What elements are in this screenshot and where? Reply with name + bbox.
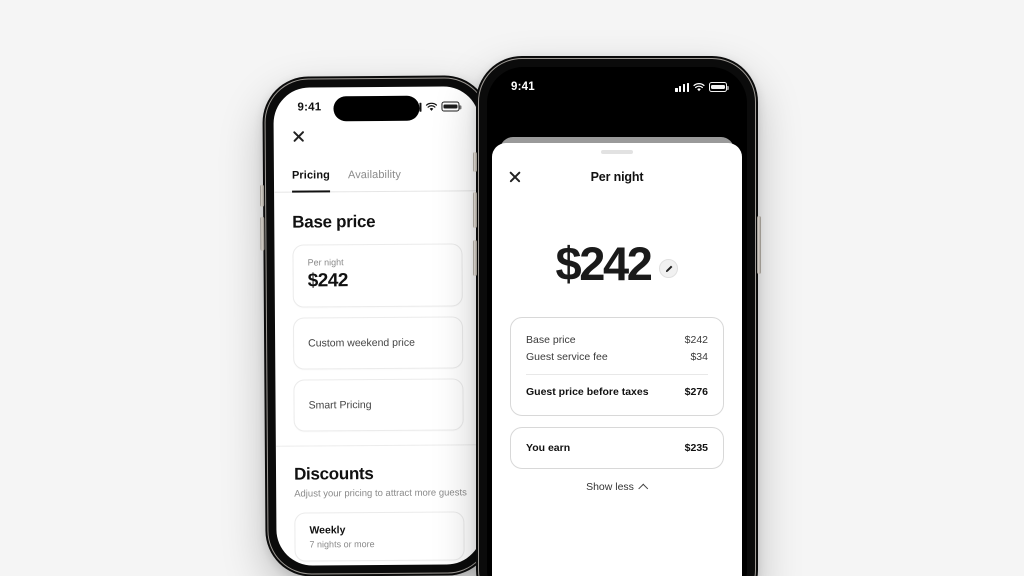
sheet-title: Per night (590, 170, 644, 184)
breakdown-amount: $242 (684, 333, 708, 346)
weekly-discount-card[interactable]: Weekly 7 nights or more (294, 511, 465, 562)
back-close-button[interactable] (274, 120, 480, 159)
show-less-toggle[interactable]: Show less (492, 481, 742, 493)
mute-switch[interactable] (473, 152, 477, 172)
volume-up-button[interactable] (260, 184, 265, 207)
volume-up-button[interactable] (473, 192, 477, 228)
earnings-label: You earn (526, 441, 571, 454)
volume-down-button[interactable] (260, 216, 265, 251)
front-phone-device: 9:41 Per night $242 Base price $242 Gues… (473, 56, 761, 576)
battery-icon (709, 82, 729, 92)
breakdown-label: Base price (526, 333, 576, 346)
breakdown-total-label: Guest price before taxes (526, 386, 649, 398)
close-icon (292, 130, 306, 144)
earnings-card: You earn $235 (510, 426, 724, 469)
back-phone-content: Pricing Availability Base price Per nigh… (274, 120, 483, 565)
breakdown-total-amount: $276 (684, 386, 708, 398)
per-night-label: Per night (307, 257, 344, 268)
battery-icon (441, 101, 460, 112)
per-night-card[interactable]: Per night $242 (292, 243, 463, 308)
section-divider (275, 444, 482, 447)
dynamic-island (574, 76, 660, 101)
earnings-row: You earn $235 (526, 442, 708, 454)
tab-pricing[interactable]: Pricing (291, 169, 331, 193)
cellular-signal-icon (675, 82, 689, 92)
breakdown-row: Base price $242 (526, 331, 708, 348)
price-breakdown-card: Base price $242 Guest service fee $34 Gu… (510, 317, 724, 416)
back-scroll-area[interactable]: Base price Per night $242 Custom weekend… (274, 211, 482, 562)
custom-weekend-price-label: Custom weekend price (308, 336, 415, 350)
pencil-icon (665, 265, 673, 272)
modal-stack: Per night $242 Base price $242 Guest ser… (487, 101, 747, 576)
earnings-amount: $235 (684, 441, 708, 454)
front-phone-screen: 9:41 Per night $242 Base price $242 Gues… (487, 67, 747, 576)
back-phone-screen: 9:41 Pricing Availability Base price Per… (273, 86, 483, 566)
breakdown-divider (526, 374, 708, 375)
base-price-heading: Base price (292, 212, 376, 232)
back-phone-device: 9:41 Pricing Availability Base price Per… (260, 75, 494, 576)
show-less-label: Show less (586, 480, 634, 493)
weekly-discount-subtitle: 7 nights or more (309, 539, 375, 550)
dynamic-island (333, 95, 420, 122)
pricing-availability-tabs: Pricing Availability (274, 158, 480, 193)
smart-pricing-label: Smart Pricing (308, 399, 372, 412)
tab-availability[interactable]: Availability (348, 169, 401, 192)
breakdown-label: Guest service fee (526, 350, 608, 363)
scene: 9:41 Pricing Availability Base price Per… (0, 0, 1024, 576)
sheet-header: Per night (492, 154, 742, 198)
breakdown-amount: $34 (690, 350, 708, 363)
price-hero: $242 (492, 240, 742, 287)
wifi-icon (693, 82, 705, 92)
discounts-heading: Discounts (293, 464, 374, 484)
weekly-discount-title: Weekly (309, 524, 346, 537)
smart-pricing-card[interactable]: Smart Pricing (293, 378, 464, 432)
status-icon-group (675, 82, 729, 92)
breakdown-total-row: Guest price before taxes $276 (526, 384, 708, 401)
per-night-sheet: Per night $242 Base price $242 Guest ser… (492, 143, 742, 576)
discounts-subtitle: Adjust your pricing to attract more gues… (294, 487, 467, 500)
custom-weekend-price-card[interactable]: Custom weekend price (292, 316, 464, 370)
power-button[interactable] (757, 216, 761, 274)
wifi-icon (425, 102, 438, 111)
per-night-value: $242 (307, 270, 349, 292)
volume-down-button[interactable] (473, 240, 477, 276)
chevron-up-icon (640, 484, 648, 489)
breakdown-row: Guest service fee $34 (526, 348, 708, 365)
status-time: 9:41 (297, 101, 322, 114)
status-time: 9:41 (511, 81, 535, 93)
price-amount: $242 (555, 237, 653, 290)
edit-price-button[interactable] (659, 259, 679, 278)
